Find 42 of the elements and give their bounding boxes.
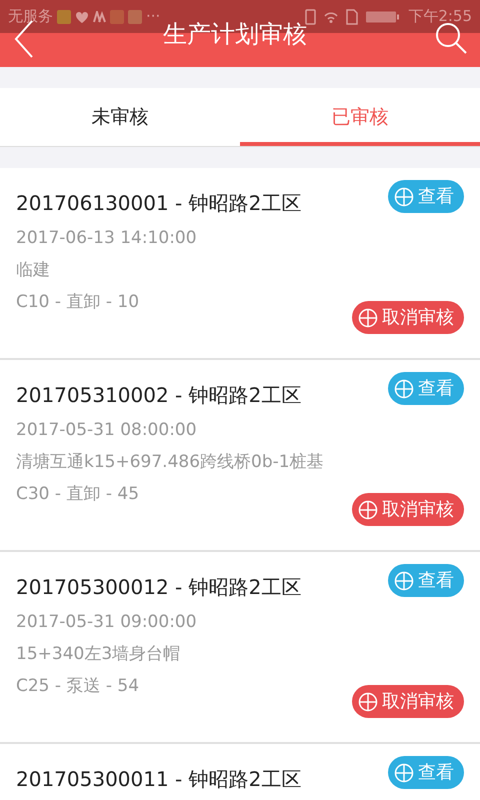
cancel-review-button[interactable]: 取消审核 (352, 301, 464, 334)
cancel-review-button[interactable]: 取消审核 (352, 685, 464, 718)
page-title: 生产计划审核 (163, 19, 307, 49)
view-button[interactable]: 查看 (388, 564, 464, 597)
crosshair-icon (394, 570, 414, 590)
record-title: 201705310002 - 钟昭路2工区 (16, 382, 302, 409)
record-date: 2017-06-13 14:10:00 (16, 227, 198, 250)
battery-icon (366, 10, 400, 22)
app-notification-icon (128, 10, 142, 24)
record-date: 2017-05-31 08:00:00 (16, 419, 198, 442)
wifi-icon (324, 10, 338, 22)
view-button[interactable]: 查看 (388, 372, 464, 405)
record-location: 清塘互通k15+697.486跨线桥0b-1桩基 (16, 451, 324, 474)
record-location: 15+340左3墙身台帽 (16, 643, 182, 666)
crosshair-icon (358, 500, 378, 520)
crosshair-icon (394, 378, 414, 398)
search-icon[interactable] (434, 21, 468, 55)
record-location: 临建 (16, 259, 51, 282)
vibrate-icon (305, 8, 316, 24)
cancel-review-button[interactable]: 取消审核 (352, 493, 464, 526)
record-spec: C25 - 泵送 - 54 (16, 675, 140, 698)
record-title: 201705300011 - 钟昭路2工区 (16, 766, 302, 793)
tab[interactable]: 未审核 (0, 88, 240, 146)
crosshair-icon (358, 308, 378, 328)
crosshair-icon (394, 762, 414, 782)
view-button[interactable]: 查看 (388, 756, 464, 789)
sim-card-icon (346, 8, 358, 24)
view-button[interactable]: 查看 (388, 180, 464, 213)
record-title: 201706130001 - 钟昭路2工区 (16, 190, 302, 217)
record-spec: C10 - 直卸 - 10 (16, 291, 140, 314)
clock-text: 下午2:55 (408, 6, 472, 28)
tab[interactable]: 已审核 (240, 88, 480, 146)
record-title: 201705300012 - 钟昭路2工区 (16, 574, 302, 601)
more-text: ··· (146, 6, 160, 28)
heart-icon (75, 10, 89, 22)
carrier-text: 无服务 (8, 6, 53, 28)
crosshair-icon (358, 692, 378, 712)
app-notification-icon (57, 10, 71, 24)
record-spec: C30 - 直卸 - 45 (16, 483, 140, 506)
crosshair-icon (394, 186, 414, 206)
app-notification-icon (110, 10, 124, 24)
record-date: 2017-05-31 09:00:00 (16, 611, 198, 634)
